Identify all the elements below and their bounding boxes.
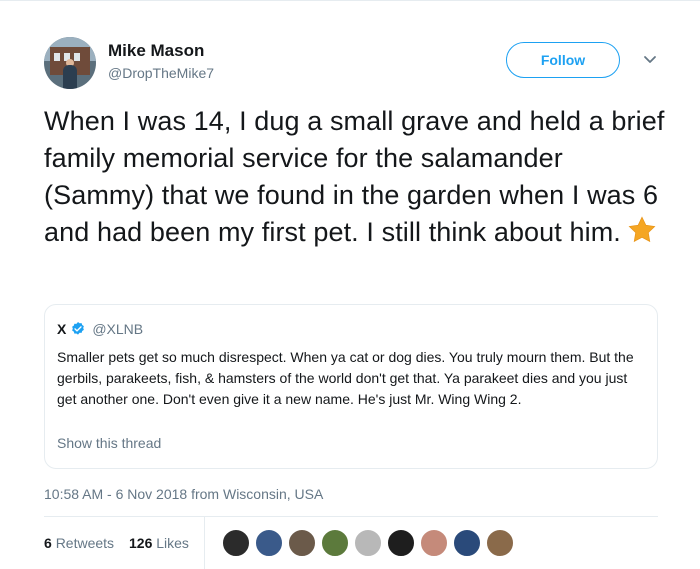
avatar[interactable]	[44, 37, 96, 89]
likes-stat[interactable]: 126 Likes	[129, 535, 189, 551]
quoted-tweet[interactable]: X @XLNB Smaller pets get so much disresp…	[44, 304, 658, 469]
tweet-text: When I was 14, I dug a small grave and h…	[44, 103, 674, 251]
liker-avatar[interactable]	[255, 529, 283, 557]
liker-avatars	[222, 529, 519, 557]
liker-avatar[interactable]	[486, 529, 514, 557]
retweets-label: Retweets	[55, 535, 115, 551]
tweet-header: Mike Mason @DropTheMike7 Follow	[44, 35, 660, 91]
show-thread-link[interactable]: Show this thread	[57, 435, 161, 451]
chevron-down-icon[interactable]	[640, 49, 660, 69]
liker-avatar[interactable]	[420, 529, 448, 557]
liker-avatar[interactable]	[354, 529, 382, 557]
tweet-text-body: When I was 14, I dug a small grave and h…	[44, 106, 665, 247]
liker-avatar[interactable]	[321, 529, 349, 557]
quoted-tweet-header: X @XLNB	[57, 319, 143, 339]
likes-label: Likes	[156, 535, 189, 551]
likes-count: 126	[129, 535, 153, 551]
liker-avatar[interactable]	[222, 529, 250, 557]
quoted-author-handle: @XLNB	[92, 321, 144, 337]
tweet-card: Mike Mason @DropTheMike7 Follow When I w…	[0, 0, 700, 569]
follow-button[interactable]: Follow	[506, 42, 620, 78]
liker-avatar[interactable]	[453, 529, 481, 557]
liker-avatar[interactable]	[288, 529, 316, 557]
liker-avatar[interactable]	[387, 529, 415, 557]
star-emoji-icon	[628, 216, 656, 243]
stats-bar: 6 Retweets 126 Likes	[44, 516, 658, 569]
author-name[interactable]: Mike Mason	[108, 41, 204, 61]
retweets-stat[interactable]: 6 Retweets	[44, 535, 114, 551]
tweet-timestamp[interactable]: 10:58 AM - 6 Nov 2018 from Wisconsin, US…	[44, 486, 323, 502]
verified-badge-icon	[72, 322, 85, 335]
follow-button-label: Follow	[540, 52, 586, 68]
quoted-tweet-text: Smaller pets get so much disrespect. Whe…	[57, 349, 634, 407]
author-handle[interactable]: @DropTheMike7	[108, 65, 214, 81]
retweets-count: 6	[44, 535, 52, 551]
stats-divider	[204, 517, 205, 569]
quoted-author-name: X	[57, 321, 67, 337]
